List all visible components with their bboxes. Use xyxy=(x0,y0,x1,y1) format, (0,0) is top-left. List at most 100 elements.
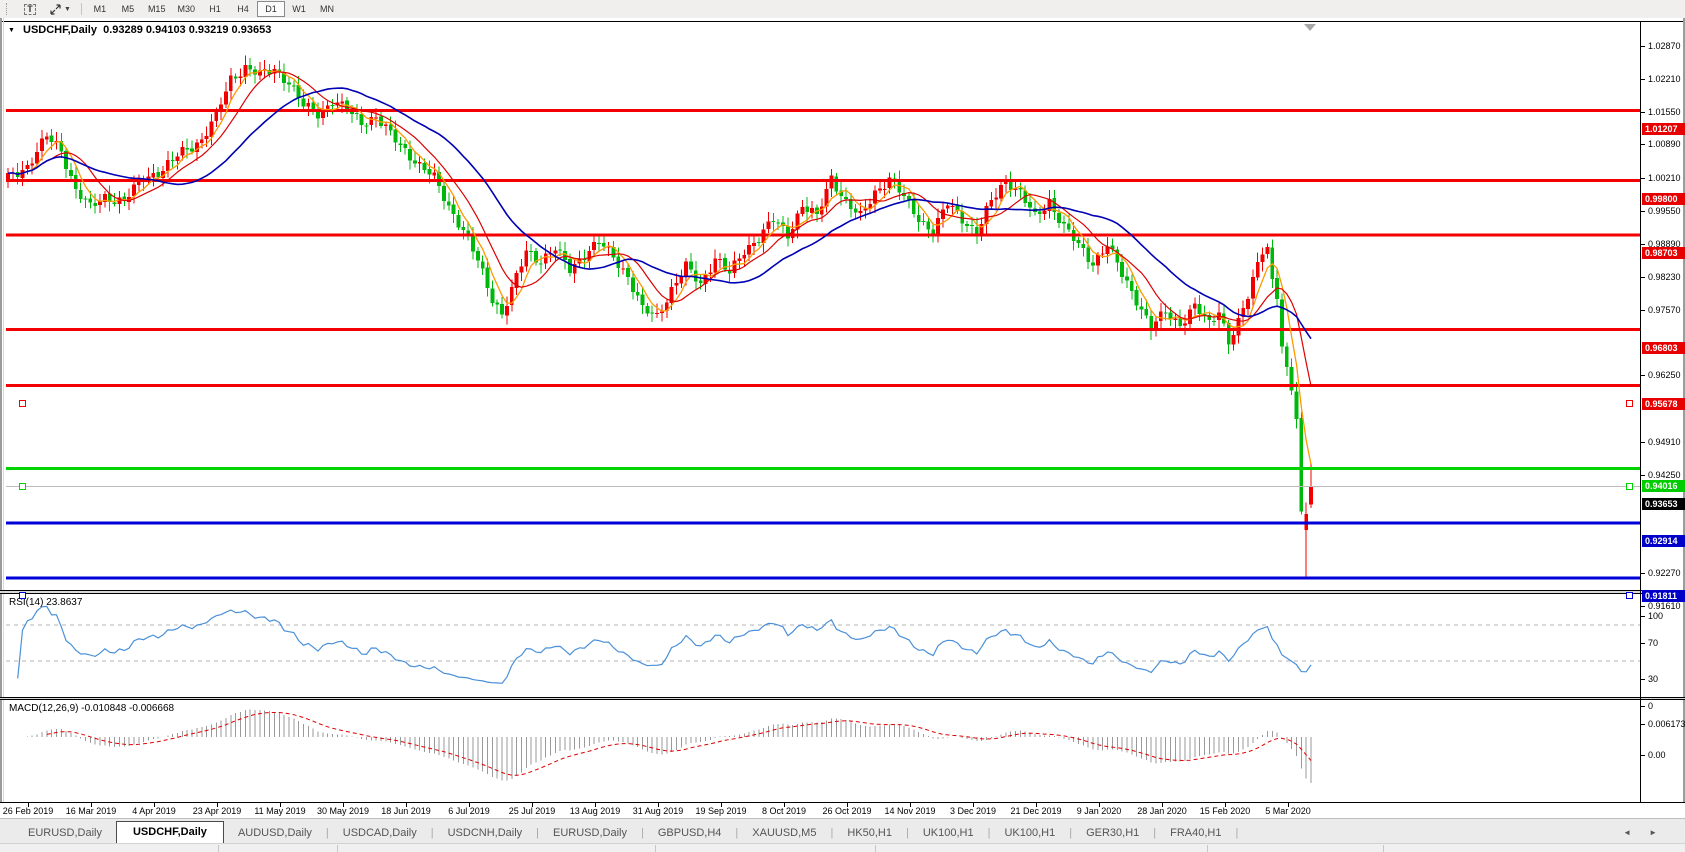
diagonal-arrows-icon xyxy=(50,4,61,15)
level-price-tag: 0.92914 xyxy=(1642,535,1685,547)
status-divider xyxy=(1207,845,1208,852)
rsi-tick-label: 70 xyxy=(1648,638,1658,648)
date-label: 6 Jul 2019 xyxy=(448,806,490,816)
rsi-tick-label: 100 xyxy=(1648,611,1663,621)
rsi-tick-mark xyxy=(1640,679,1645,680)
chart-tab-hk50-h1[interactable]: HK50,H1 xyxy=(833,823,906,844)
rsi-line xyxy=(18,606,1311,683)
line-handle-right[interactable] xyxy=(1626,400,1633,407)
timeframe-button-h1[interactable]: H1 xyxy=(201,1,229,17)
price-tick-mark xyxy=(1640,310,1645,311)
chart-tab-audusd-daily[interactable]: AUDUSD,Daily xyxy=(224,823,326,844)
timeframe-button-mn[interactable]: MN xyxy=(313,1,341,17)
timeframe-button-h4[interactable]: H4 xyxy=(229,1,257,17)
date-label: 9 Jan 2020 xyxy=(1077,806,1122,816)
chart-tab-eurusd-daily[interactable]: EURUSD,Daily xyxy=(539,823,641,844)
price-tick-mark xyxy=(1640,606,1645,607)
chart-tab-gbpusd-h4[interactable]: GBPUSD,H4 xyxy=(644,823,736,844)
toolbar-separator xyxy=(81,3,82,15)
ma-slow-line xyxy=(8,88,1311,339)
line-handle-right[interactable] xyxy=(1626,483,1633,490)
horizontal-line-0.91811[interactable] xyxy=(6,577,1640,580)
horizontal-line-0.99800[interactable] xyxy=(6,179,1640,182)
text-tool-button[interactable]: T xyxy=(16,1,44,17)
rsi-tick-mark xyxy=(1640,643,1645,644)
panel-separator[interactable] xyxy=(0,590,1685,594)
line-handle-left[interactable] xyxy=(19,483,26,490)
price-tick-mark xyxy=(1640,375,1645,376)
date-label: 26 Feb 2019 xyxy=(3,806,54,816)
symbol-label: USDCHF,Daily xyxy=(23,24,97,36)
date-label: 11 May 2019 xyxy=(254,806,305,816)
chart-shift-marker-icon[interactable] xyxy=(1304,24,1316,31)
cursor-mode-button[interactable]: ▼ xyxy=(44,1,77,17)
chart-tab-usdcnh-daily[interactable]: USDCNH,Daily xyxy=(434,823,537,844)
price-tick-mark xyxy=(1640,211,1645,212)
level-price-tag: 0.98703 xyxy=(1642,247,1685,259)
timeframe-button-m5[interactable]: M5 xyxy=(114,1,142,17)
line-handle-left[interactable] xyxy=(19,592,26,599)
date-label: 31 Aug 2019 xyxy=(633,806,684,816)
candlesticks xyxy=(6,56,1313,578)
level-price-tag: 0.96803 xyxy=(1642,342,1685,354)
timeframe-button-w1[interactable]: W1 xyxy=(285,1,313,17)
price-tick-label: 0.94250 xyxy=(1648,470,1681,480)
chart-tab-uk100-h1[interactable]: UK100,H1 xyxy=(909,823,988,844)
dropdown-caret-icon: ▼ xyxy=(64,6,71,13)
macd-signal-line xyxy=(47,713,1311,776)
horizontal-line-0.96803[interactable] xyxy=(6,328,1640,331)
price-tick-label: 0.94910 xyxy=(1648,437,1681,447)
text-tool-icon: T xyxy=(24,4,36,15)
price-tick-label: 0.96250 xyxy=(1648,370,1681,380)
horizontal-line-1.01207[interactable] xyxy=(6,109,1640,112)
chart-tab-eurusd-daily[interactable]: EURUSD,Daily xyxy=(14,823,116,844)
price-tick-mark xyxy=(1640,573,1645,574)
date-label: 23 Apr 2019 xyxy=(193,806,242,816)
level-price-tag: 0.91811 xyxy=(1642,590,1685,602)
chart-tab-usdcad-daily[interactable]: USDCAD,Daily xyxy=(329,823,431,844)
date-label: 8 Oct 2019 xyxy=(762,806,806,816)
chart-window[interactable]: ▼ USDCHF,Daily 0.93289 0.94103 0.93219 0… xyxy=(0,18,1685,818)
price-tick-mark xyxy=(1640,475,1645,476)
status-divider xyxy=(218,845,219,852)
price-tick-label: 1.00890 xyxy=(1648,139,1681,149)
chart-tab-usdchf-daily[interactable]: USDCHF,Daily xyxy=(116,821,224,844)
price-tick-mark xyxy=(1640,144,1645,145)
horizontal-line-0.98703[interactable] xyxy=(6,234,1640,237)
status-divider xyxy=(875,845,876,852)
timeframe-button-m30[interactable]: M30 xyxy=(171,1,201,17)
chart-tab-xauusd-m5[interactable]: XAUUSD,M5 xyxy=(738,823,830,844)
line-handle-right[interactable] xyxy=(1626,592,1633,599)
rsi-tick-label: 30 xyxy=(1648,674,1658,684)
tab-scroll-left-icon[interactable]: ◄ xyxy=(1623,828,1631,837)
macd-tick-mark xyxy=(1640,724,1645,725)
price-tick-label: 1.02870 xyxy=(1648,41,1681,51)
chart-tab-ger30-h1[interactable]: GER30,H1 xyxy=(1072,823,1153,844)
trading-terminal: T ▼ M1M5M15M30H1H4D1W1MN ▼ USDCHF,Daily … xyxy=(0,0,1685,852)
chart-tab-fra40-h1[interactable]: FRA40,H1 xyxy=(1156,823,1235,844)
tab-divider: | xyxy=(1236,827,1239,844)
date-label: 5 Mar 2020 xyxy=(1265,806,1311,816)
panel-separator[interactable] xyxy=(0,697,1685,700)
timeframe-button-m1[interactable]: M1 xyxy=(86,1,114,17)
rsi-tick-mark xyxy=(1640,706,1645,707)
horizontal-line-0.95678[interactable] xyxy=(6,384,1640,387)
date-label: 30 May 2019 xyxy=(317,806,369,816)
timeframe-button-m15[interactable]: M15 xyxy=(142,1,172,17)
price-tick-label: 1.00210 xyxy=(1648,173,1681,183)
date-label: 21 Dec 2019 xyxy=(1010,806,1061,816)
horizontal-line-0.92914[interactable] xyxy=(6,522,1640,525)
tab-scroll-right-icon[interactable]: ► xyxy=(1649,828,1657,837)
price-tick-label: 0.99550 xyxy=(1648,206,1681,216)
line-handle-left[interactable] xyxy=(19,400,26,407)
collapse-triangle-icon[interactable]: ▼ xyxy=(8,27,15,34)
horizontal-line-0.94016[interactable] xyxy=(6,467,1640,470)
timeframe-button-d1[interactable]: D1 xyxy=(257,1,285,17)
date-axis[interactable]: 26 Feb 201916 Mar 20194 Apr 201923 Apr 2… xyxy=(0,803,1685,818)
level-price-tag: 0.99800 xyxy=(1642,193,1685,205)
toolbar-grip xyxy=(6,3,12,15)
chart-tab-uk100-h1[interactable]: UK100,H1 xyxy=(990,823,1069,844)
price-tick-mark xyxy=(1640,79,1645,80)
status-divider xyxy=(655,845,656,852)
rsi-tick-mark xyxy=(1640,616,1645,617)
